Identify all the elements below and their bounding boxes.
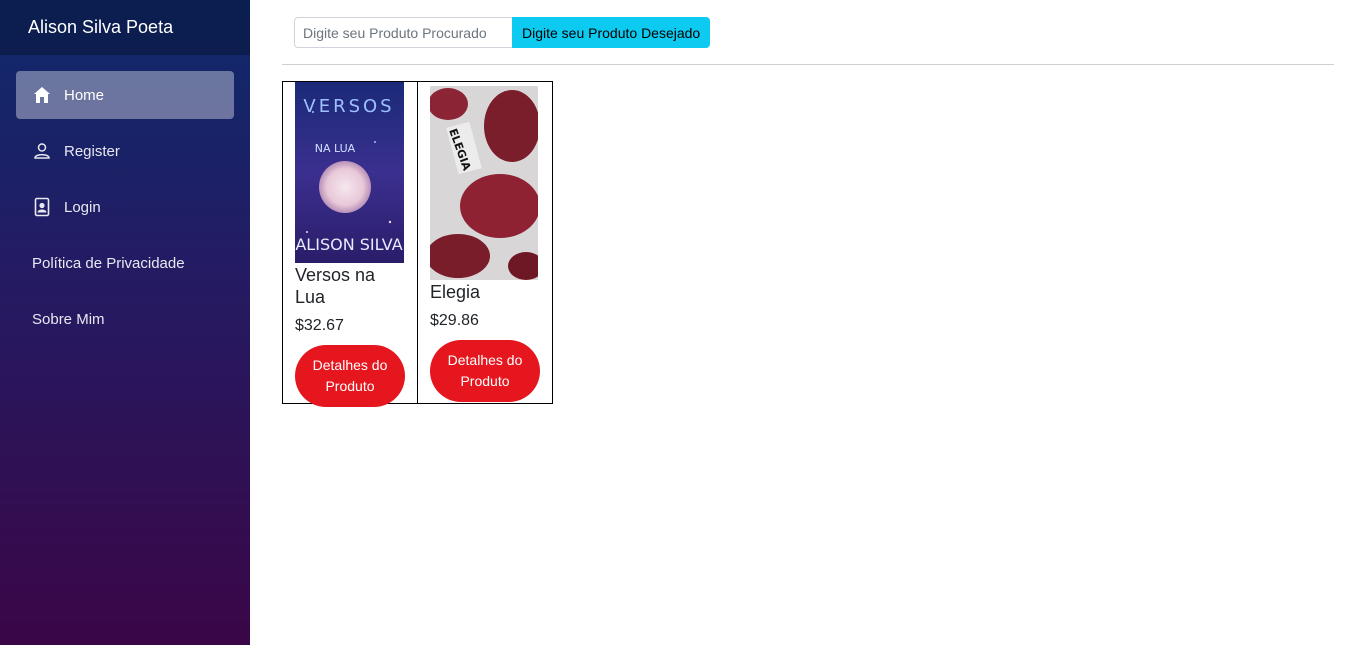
- product-card: ELEGIA Elegia $29.86 Detalhes do Produto: [417, 81, 553, 404]
- cover-author-text: ALISON SILVA: [295, 235, 402, 254]
- brand-title[interactable]: Alison Silva Poeta: [0, 0, 250, 55]
- cover-title-text: VERSOS: [303, 96, 394, 117]
- sidebar-item-label: Home: [64, 86, 105, 104]
- home-icon: [32, 85, 52, 105]
- id-badge-icon: [32, 197, 52, 217]
- sidebar-item-privacy[interactable]: Política de Privacidade: [16, 239, 234, 287]
- product-details-button[interactable]: Detalhes do Produto: [295, 345, 405, 407]
- main-content: Digite seu Produto Desejado: [250, 0, 1358, 645]
- app-root: Alison Silva Poeta Home Register Login P…: [0, 0, 1358, 645]
- user-icon: [32, 141, 52, 161]
- product-card: VERSOS NA LUA ALISON SILVA Versos na Lua…: [282, 81, 418, 407]
- sidebar-item-label: Política de Privacidade: [32, 254, 185, 272]
- sidebar-item-label: Register: [64, 142, 120, 160]
- sidebar: Alison Silva Poeta Home Register Login P…: [0, 0, 250, 645]
- sidebar-item-login[interactable]: Login: [16, 183, 234, 231]
- product-price: $32.67: [295, 317, 344, 334]
- sidebar-item-about[interactable]: Sobre Mim: [16, 295, 234, 343]
- product-price: $29.86: [430, 312, 479, 329]
- product-details-button[interactable]: Detalhes do Produto: [430, 340, 540, 402]
- sidebar-item-label: Login: [64, 198, 101, 216]
- book-cover-image[interactable]: ELEGIA: [430, 86, 538, 280]
- product-name: Versos na Lua: [295, 265, 376, 307]
- search-bar: Digite seu Produto Desejado: [294, 17, 1334, 48]
- cover-subtitle-text: NA LUA: [315, 142, 356, 155]
- book-cover-image[interactable]: VERSOS NA LUA ALISON SILVA: [295, 82, 404, 263]
- product-name: Elegia: [430, 282, 481, 302]
- product-list: VERSOS NA LUA ALISON SILVA Versos na Lua…: [282, 81, 1334, 407]
- sidebar-item-label: Sobre Mim: [32, 310, 105, 328]
- sidebar-item-register[interactable]: Register: [16, 127, 234, 175]
- sidebar-nav: Home Register Login Política de Privacid…: [0, 55, 250, 343]
- search-button[interactable]: Digite seu Produto Desejado: [512, 17, 711, 48]
- sidebar-item-home[interactable]: Home: [16, 71, 234, 119]
- divider: [282, 64, 1334, 65]
- search-input[interactable]: [294, 17, 512, 48]
